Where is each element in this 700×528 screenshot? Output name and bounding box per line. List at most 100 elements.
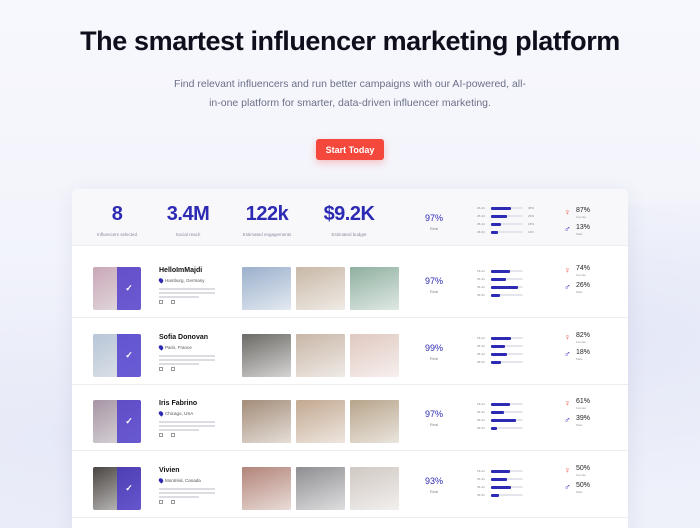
post-thumbnail[interactable]: [350, 334, 399, 377]
male-share: ♂ 39% Male: [564, 415, 604, 432]
post-thumbnail[interactable]: [296, 467, 345, 510]
location-pin-icon: [157, 410, 165, 417]
metric-icon: [159, 367, 163, 371]
mini-metrics: [159, 300, 175, 304]
mini-metrics: [159, 500, 175, 504]
age-label: 35-44: [477, 418, 485, 422]
audience-age-bars: 18-24 25-34 35-44 45-54: [477, 334, 543, 366]
age-bar-fill: [491, 493, 499, 497]
real-pct-value: 97%: [424, 276, 443, 286]
age-bar: 45-54: [477, 291, 543, 299]
influencer-avatar[interactable]: ✓: [93, 267, 141, 310]
location-text: Chicago, USA: [165, 411, 194, 416]
post-thumbnail[interactable]: [350, 267, 399, 310]
age-label: 25-34: [477, 410, 485, 414]
influencer-name[interactable]: Vivien: [159, 467, 180, 474]
influencer-row[interactable]: ✓ HelloImMajdi Hamburg, Germany 97% Real…: [72, 252, 628, 318]
post-thumbnail[interactable]: [296, 267, 345, 310]
age-bar-fill: [491, 277, 506, 281]
influencer-name[interactable]: HelloImMajdi: [159, 267, 202, 274]
age-pct: 38%: [528, 206, 535, 210]
age-bar-fill: [491, 360, 501, 364]
metric-cell: [171, 367, 175, 371]
page-title: The smartest influencer marketing platfo…: [80, 26, 620, 56]
metric-icon: [159, 300, 163, 304]
female-share: ♀ 61% Female: [564, 398, 604, 415]
selected-check-icon[interactable]: ✓: [117, 400, 141, 443]
metric-cell: [159, 300, 163, 304]
selected-check-icon[interactable]: ✓: [117, 267, 141, 310]
age-pct: 11%: [528, 230, 534, 234]
influencer-row[interactable]: ✓ Vivien Montréal, Canada 93% Real 18-24…: [72, 452, 628, 518]
influencer-location: Chicago, USA: [157, 410, 194, 417]
age-bar: 45-54: [477, 491, 543, 499]
male-label: Male: [576, 290, 583, 294]
summary-gender-split: ♀ 87% Female ♂ 13% Male: [564, 207, 604, 241]
influencer-name[interactable]: Sofia Donovan: [159, 334, 208, 341]
metric-icon: [171, 433, 175, 437]
age-label: 25-34: [477, 277, 485, 281]
influencer-location: Hamburg, Germany: [157, 277, 205, 284]
age-bar: 25-34: [477, 475, 543, 483]
male-icon: ♂: [564, 482, 571, 492]
stat-label: Estimated budget: [331, 232, 367, 237]
age-bar-fill: [491, 352, 507, 356]
post-thumbnail[interactable]: [350, 400, 399, 443]
location-pin-icon: [157, 277, 165, 284]
real-pct-value: 97%: [424, 213, 443, 223]
location-pin-icon: [157, 477, 165, 484]
age-label: 35-44: [477, 285, 485, 289]
summary-audience-age-bars: 18-24 38% 25-34 29% 35-44 18% 45-54 11%: [477, 204, 543, 236]
post-thumbnail[interactable]: [296, 400, 345, 443]
real-pct-label: Real: [429, 489, 439, 494]
stat-label: Estimated engagements: [242, 232, 292, 237]
location-pin-icon: [157, 344, 165, 351]
age-bar: 35-44 18%: [477, 220, 543, 228]
stat-estimated-engagements: 122k Estimated engagements: [222, 203, 312, 237]
age-bar-fill: [491, 206, 511, 210]
female-icon: ♀: [564, 207, 571, 217]
male-pct: 26%: [576, 282, 591, 289]
male-pct: 39%: [576, 415, 591, 422]
real-percentage: 99% Real: [417, 343, 451, 361]
age-bar-fill: [491, 469, 510, 473]
post-thumbnail[interactable]: [350, 467, 399, 510]
post-thumbnail[interactable]: [242, 467, 291, 510]
age-pct: 29%: [528, 214, 535, 218]
summary-stats-bar: 8 Influencers selected 3.4M Social reach…: [72, 189, 628, 246]
influencer-dashboard-panel: 8 Influencers selected 3.4M Social reach…: [72, 189, 628, 528]
post-thumbnail[interactable]: [242, 400, 291, 443]
metric-icon: [171, 367, 175, 371]
age-label: 45-54: [477, 293, 485, 297]
influencer-avatar[interactable]: ✓: [93, 467, 141, 510]
age-bar: 25-34: [477, 275, 543, 283]
age-bar: 45-54 11%: [477, 228, 543, 236]
influencer-avatar[interactable]: ✓: [93, 334, 141, 377]
female-pct: 61%: [576, 398, 591, 405]
metric-cell: [171, 433, 175, 437]
male-share: ♂ 13% Male: [564, 224, 604, 241]
post-thumbnail[interactable]: [296, 334, 345, 377]
post-thumbnail[interactable]: [242, 267, 291, 310]
metric-cell: [171, 300, 175, 304]
female-label: Female: [576, 406, 587, 410]
age-label: 45-54: [477, 426, 485, 430]
selected-check-icon[interactable]: ✓: [117, 467, 141, 510]
selected-check-icon[interactable]: ✓: [117, 334, 141, 377]
influencer-row[interactable]: ✓ Sofia Donovan Paris, France 99% Real 1…: [72, 319, 628, 385]
influencer-name[interactable]: Iris Fabrino: [159, 400, 197, 407]
influencer-avatar[interactable]: ✓: [93, 400, 141, 443]
metric-cell: [159, 367, 163, 371]
female-icon: ♀: [564, 332, 571, 342]
female-label: Female: [576, 215, 587, 219]
influencer-row[interactable]: ✓ Iris Fabrino Chicago, USA 97% Real 18-…: [72, 385, 628, 451]
male-pct: 13%: [576, 224, 591, 231]
hero-subtitle: Find relevant influencers and run better…: [174, 78, 526, 109]
metric-icon: [159, 500, 163, 504]
start-today-button[interactable]: Start Today: [316, 139, 384, 160]
age-bar: 45-54: [477, 358, 543, 366]
male-label: Male: [576, 490, 583, 494]
age-bar-fill: [491, 222, 501, 226]
post-thumbnail[interactable]: [242, 334, 291, 377]
age-bar: 18-24: [477, 334, 543, 342]
